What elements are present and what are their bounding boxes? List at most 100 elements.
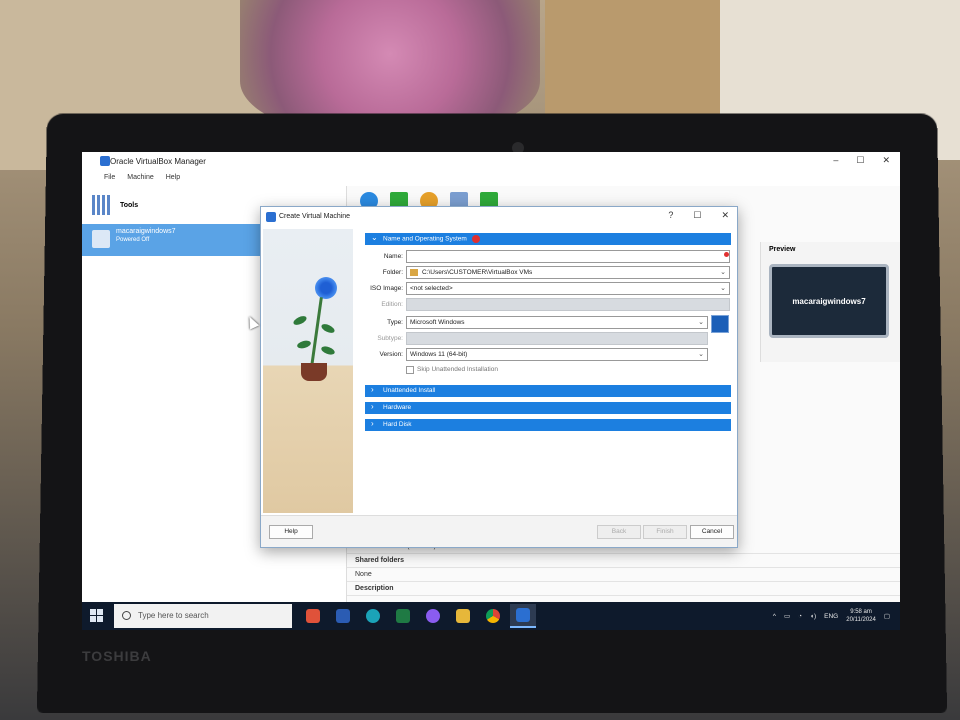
search-placeholder: Type here to search — [138, 611, 209, 620]
virtualbox-icon — [266, 212, 276, 222]
finish-button[interactable]: Finish — [643, 525, 687, 539]
menu-machine[interactable]: Machine — [127, 174, 153, 186]
maximize-button[interactable]: ☐ — [856, 155, 864, 166]
chevron-down-icon: ⌄ — [371, 233, 378, 242]
edition-select — [406, 298, 730, 311]
tools-icon — [92, 195, 112, 215]
preview-label: Preview — [769, 246, 796, 253]
volume-icon[interactable]: ◖) — [810, 613, 816, 620]
minimize-button[interactable]: – — [833, 155, 838, 166]
section-unattended-install[interactable]: › Unattended Install — [365, 385, 731, 397]
details-list: Device Filters: 0 (0 active) Shared fold… — [347, 540, 900, 596]
collapsed-sections: › Unattended Install › Hardware › Hard D… — [365, 385, 731, 431]
skip-unattended-checkbox[interactable] — [406, 366, 414, 374]
tools-label: Tools — [120, 201, 139, 209]
word-icon[interactable] — [330, 604, 356, 628]
file-explorer-icon[interactable] — [450, 604, 476, 628]
network-icon[interactable]: ◔ — [798, 613, 802, 620]
clock[interactable]: 9:58 am 20/11/2024 — [846, 608, 876, 624]
help-button[interactable]: Help — [269, 525, 313, 539]
type-value: Microsoft Windows — [410, 319, 465, 326]
flower-icon — [315, 277, 337, 299]
folder-label: Folder: — [382, 269, 403, 276]
name-label: Name: — [383, 253, 403, 260]
clock-date: 20/11/2024 — [846, 617, 876, 623]
edition-label: Edition: — [381, 301, 403, 308]
create-vm-dialog: Create Virtual Machine ? ☐ ✕ ⌄ Name and … — [260, 206, 738, 548]
system-tray: ^ ▭ ◔ ◖) ENG 9:58 am 20/11/2024 ▢ — [773, 608, 890, 624]
main-window-title: Oracle VirtualBox Manager — [110, 157, 206, 166]
type-select[interactable]: Microsoft Windows ⌄ — [406, 316, 708, 329]
dialog-footer: Help Back Finish Cancel — [261, 515, 737, 547]
menu-file[interactable]: File — [104, 174, 115, 186]
snipping-tool-icon[interactable] — [300, 604, 326, 628]
clock-time: 9:58 am — [850, 609, 872, 615]
chevron-right-icon: › — [371, 402, 374, 411]
section-hard-disk[interactable]: › Hard Disk — [365, 419, 731, 431]
leaf-icon — [292, 314, 308, 327]
leaf-icon — [320, 322, 336, 335]
dialog-close-button[interactable]: ✕ — [721, 210, 729, 221]
tools-item[interactable]: Tools — [92, 192, 138, 218]
flower-stem — [310, 297, 323, 367]
back-button[interactable]: Back — [597, 525, 641, 539]
menu-bar: File Machine Help — [82, 172, 900, 186]
excel-icon[interactable] — [390, 604, 416, 628]
laptop-screen: Oracle VirtualBox Manager – ☐ ✕ File Mac… — [82, 152, 900, 630]
preview-pane: Preview macaraigwindows7 — [760, 242, 900, 362]
warning-icon — [471, 235, 480, 243]
section-hard-disk-label: Hard Disk — [383, 421, 412, 428]
section-hardware-label: Hardware — [383, 404, 412, 411]
cancel-button[interactable]: Cancel — [690, 525, 734, 539]
iso-label: ISO Image: — [370, 285, 403, 292]
chevron-down-icon: ⌄ — [720, 269, 726, 276]
chevron-down-icon: ⌄ — [720, 285, 726, 292]
notification-icon[interactable]: ▢ — [884, 612, 890, 620]
section-hardware[interactable]: › Hardware — [365, 402, 731, 414]
chevron-down-icon: ⌄ — [698, 351, 704, 358]
vm-os-icon — [92, 230, 110, 248]
section-name-os[interactable]: ⌄ Name and Operating System — [365, 233, 731, 245]
menu-help[interactable]: Help — [166, 174, 180, 186]
taskbar-search[interactable]: Type here to search — [114, 604, 292, 628]
preview-screen: macaraigwindows7 — [769, 264, 889, 338]
taskbar-apps — [300, 604, 536, 628]
detail-shared-folders-header[interactable]: Shared folders — [347, 554, 900, 568]
invalid-icon — [724, 252, 729, 257]
section-unattended-label: Unattended Install — [383, 387, 436, 394]
chrome-icon[interactable] — [480, 604, 506, 628]
language-indicator[interactable]: ENG — [824, 613, 838, 620]
edge-icon[interactable] — [360, 604, 386, 628]
chevron-up-icon[interactable]: ^ — [773, 613, 776, 620]
skip-unattended-label: Skip Unattended Installation — [417, 366, 498, 373]
folder-select[interactable]: C:\Users\CUSTOMER\VirtualBox VMs ⌄ — [406, 266, 730, 279]
main-window-titlebar: Oracle VirtualBox Manager – ☐ ✕ — [82, 152, 900, 172]
version-value: Windows 11 (64-bit) — [410, 351, 468, 358]
close-button[interactable]: ✕ — [882, 155, 890, 166]
dialog-maximize-button[interactable]: ☐ — [693, 210, 701, 221]
iso-select[interactable]: <not selected> ⌄ — [406, 282, 730, 295]
virtualbox-taskbar-icon[interactable] — [510, 604, 536, 628]
chevron-right-icon: › — [371, 419, 374, 428]
subtype-label: Subtype: — [377, 335, 403, 342]
detail-description-header[interactable]: Description — [347, 582, 900, 596]
iso-value: <not selected> — [410, 285, 453, 292]
subtype-select — [406, 332, 708, 345]
search-icon — [122, 611, 131, 620]
version-select[interactable]: Windows 11 (64-bit) ⌄ — [406, 348, 708, 361]
taskbar: Type here to search ^ ▭ ◔ ◖) ENG 9:58 am… — [82, 602, 900, 630]
name-input[interactable] — [406, 250, 730, 263]
dialog-title: Create Virtual Machine — [279, 213, 351, 220]
leaf-icon — [320, 344, 336, 357]
windows-start-icon[interactable] — [90, 609, 104, 623]
version-label: Version: — [379, 351, 404, 358]
messenger-icon[interactable] — [420, 604, 446, 628]
folder-icon — [410, 269, 418, 276]
battery-icon[interactable]: ▭ — [784, 612, 790, 620]
dialog-titlebar: Create Virtual Machine ? ☐ ✕ — [261, 207, 737, 227]
vm-form: ⌄ Name and Operating System Name: Folder… — [365, 233, 731, 436]
section-name-os-label: Name and Operating System — [383, 235, 467, 243]
dialog-help-button[interactable]: ? — [668, 210, 673, 221]
folder-value: C:\Users\CUSTOMER\VirtualBox VMs — [422, 269, 533, 277]
detail-shared-folders-value: None — [347, 568, 900, 582]
